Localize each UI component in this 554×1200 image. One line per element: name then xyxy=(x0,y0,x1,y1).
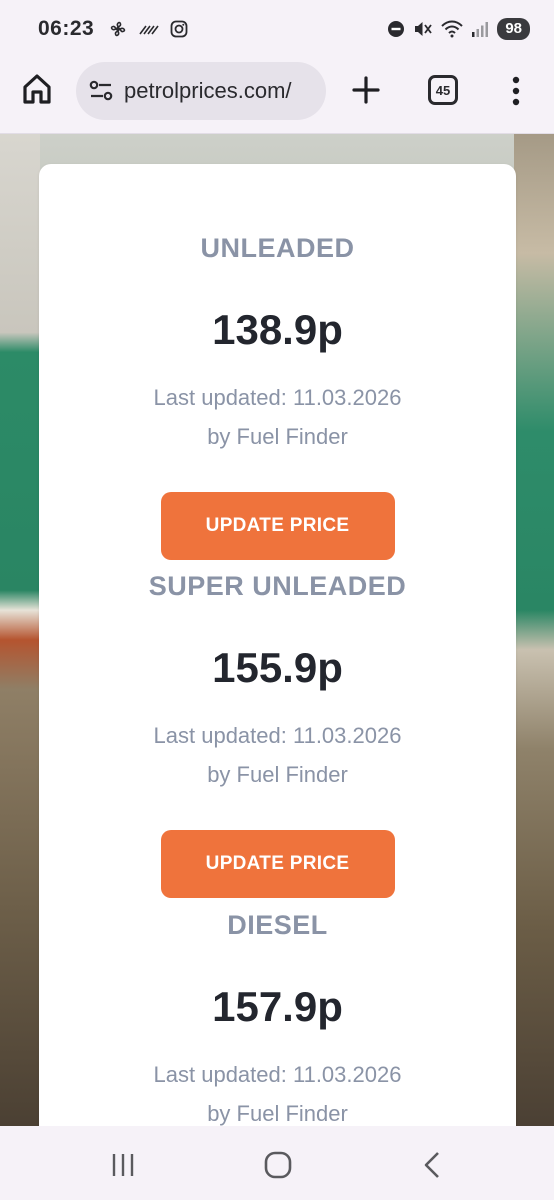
fuel-section-unleaded: UNLEADED 138.9p Last updated: 11.03.2026… xyxy=(39,230,516,560)
background-photo-left xyxy=(0,134,40,1126)
fuel-price: 157.9p xyxy=(212,983,343,1030)
system-navigation-bar xyxy=(0,1126,554,1200)
fuel-section-super-unleaded: SUPER UNLEADED 155.9p Last updated: 11.0… xyxy=(39,568,516,898)
update-price-button[interactable]: UPDATE PRICE xyxy=(160,492,395,560)
battery-indicator: 98 xyxy=(497,18,530,40)
wifi-icon xyxy=(441,20,464,38)
source-text: by Fuel Finder xyxy=(207,424,348,449)
status-notification-icons xyxy=(108,19,188,39)
instagram-icon xyxy=(170,20,188,38)
browser-toolbar: petrolprices.com/ 45 xyxy=(0,58,554,134)
fuel-name: DIESEL xyxy=(227,910,328,940)
home-icon[interactable] xyxy=(20,72,54,106)
recents-icon[interactable] xyxy=(108,1150,138,1180)
fuel-name: SUPER UNLEADED xyxy=(148,571,407,601)
more-vert-icon[interactable] xyxy=(506,74,526,108)
do-not-disturb-icon xyxy=(388,21,405,37)
background-photo-right xyxy=(514,134,554,1126)
fan-icon xyxy=(110,21,126,37)
cell-signal-icon xyxy=(472,22,489,37)
back-icon[interactable] xyxy=(418,1150,448,1180)
status-system-icons: 98 xyxy=(387,18,530,40)
status-time: 06:23 xyxy=(38,17,95,40)
plus-icon[interactable] xyxy=(350,74,382,106)
signal-slash-icon xyxy=(139,25,159,35)
address-bar[interactable]: petrolprices.com/ xyxy=(76,62,326,120)
last-updated-text: Last updated: 11.03.2026 xyxy=(153,1062,402,1087)
tab-count: 45 xyxy=(435,82,451,98)
fuel-price: 155.9p xyxy=(212,644,343,691)
mute-icon xyxy=(415,22,433,36)
url-text: petrolprices.com/ xyxy=(124,78,292,103)
fuel-name: UNLEADED xyxy=(200,233,355,263)
tab-switcher-icon[interactable]: 45 xyxy=(428,75,458,105)
last-updated-text: Last updated: 11.03.2026 xyxy=(153,723,402,748)
fuel-prices-card: UNLEADED 138.9p Last updated: 11.03.2026… xyxy=(39,164,516,1126)
source-text: by Fuel Finder xyxy=(207,1101,348,1126)
web-page: UNLEADED 138.9p Last updated: 11.03.2026… xyxy=(0,134,554,1126)
site-settings-icon[interactable] xyxy=(88,78,114,104)
source-text: by Fuel Finder xyxy=(207,762,348,787)
home-nav-icon[interactable] xyxy=(263,1150,293,1180)
fuel-price: 138.9p xyxy=(212,306,343,353)
update-price-button[interactable]: UPDATE PRICE xyxy=(160,830,395,898)
status-bar: 06:23 98 xyxy=(0,0,554,58)
last-updated-text: Last updated: 11.03.2026 xyxy=(153,385,402,410)
fuel-section-diesel: DIESEL 157.9p Last updated: 11.03.2026 b… xyxy=(39,907,516,1126)
